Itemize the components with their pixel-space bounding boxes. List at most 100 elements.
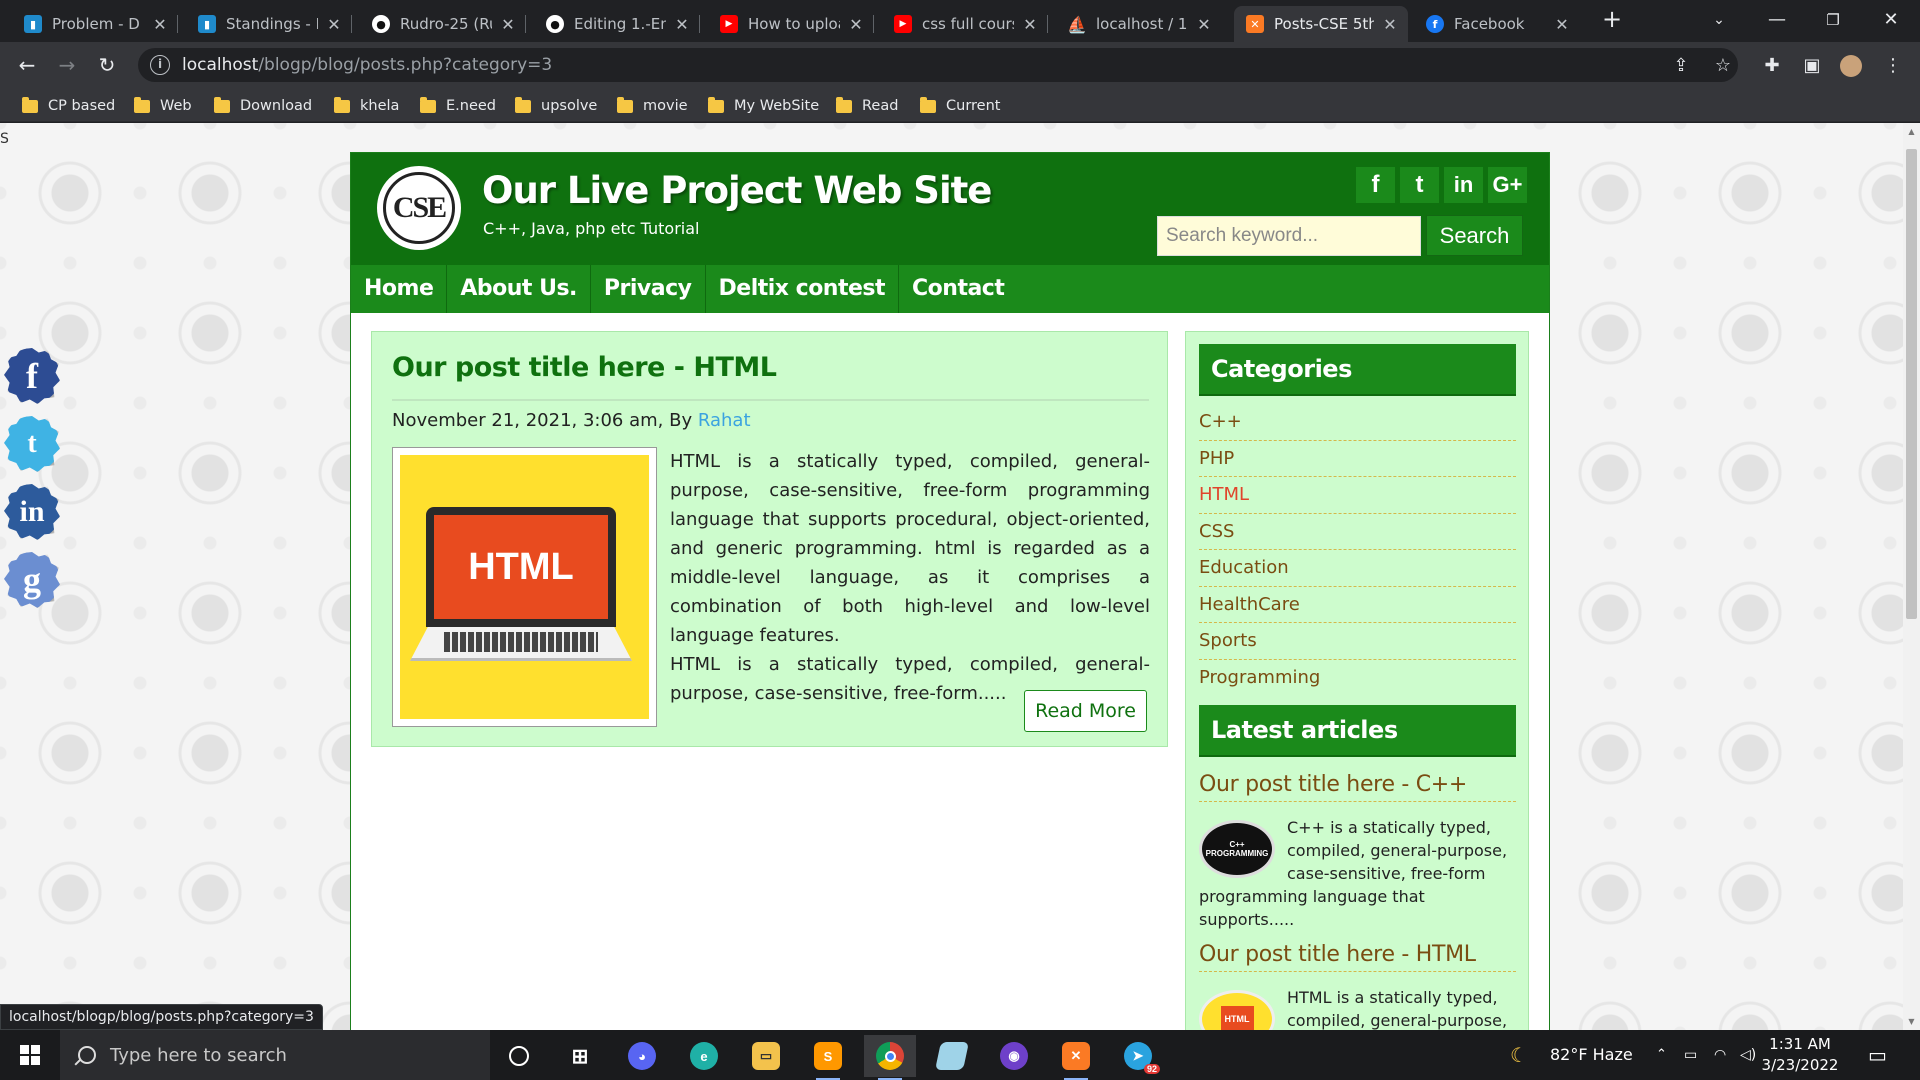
task-view-button[interactable]: ⊞ bbox=[554, 1035, 606, 1077]
article-title[interactable]: Our post title here - HTML bbox=[1199, 942, 1516, 972]
cortana-button[interactable] bbox=[493, 1035, 545, 1077]
sublime-taskbar[interactable]: S bbox=[802, 1035, 854, 1080]
taskbar-search[interactable]: Type here to search bbox=[60, 1030, 490, 1080]
weather-text[interactable]: 82°F Haze bbox=[1550, 1030, 1633, 1080]
tab-facebook[interactable]: f Facebook ✕ bbox=[1414, 6, 1580, 42]
show-hidden-icons[interactable]: ⌃ bbox=[1656, 1030, 1667, 1080]
close-icon[interactable]: ✕ bbox=[500, 15, 516, 34]
clock[interactable]: 1:31 AM 3/23/2022 bbox=[1752, 1034, 1848, 1076]
profile-avatar[interactable] bbox=[1840, 55, 1862, 77]
bookmark-folder[interactable]: upsolve bbox=[515, 95, 597, 117]
tab-github-editing[interactable]: ● Editing 1.-Empty ✕ bbox=[534, 6, 700, 42]
close-window-button[interactable]: ✕ bbox=[1868, 0, 1914, 40]
bookmark-star-icon[interactable]: ☆ bbox=[1712, 55, 1734, 77]
file-explorer-taskbar[interactable]: ▭ bbox=[740, 1035, 792, 1077]
telegram-taskbar[interactable]: ➤ 92 bbox=[1112, 1035, 1164, 1077]
google-plus-icon[interactable]: G+ bbox=[1488, 167, 1527, 203]
tab-standings[interactable]: ▮ Standings - Educational ✕ bbox=[186, 6, 352, 42]
start-button[interactable] bbox=[0, 1030, 60, 1080]
address-bar[interactable]: i localhost/blogp/blog/posts.php?categor… bbox=[138, 48, 1738, 82]
bookmark-folder[interactable]: Web bbox=[134, 95, 192, 117]
cpp-thumbnail[interactable]: C++ PROGRAMMING bbox=[1199, 820, 1275, 878]
weather-icon[interactable]: ☾ bbox=[1510, 1030, 1528, 1080]
new-tab-button[interactable]: + bbox=[1600, 7, 1624, 32]
category-link[interactable]: PHP bbox=[1199, 441, 1516, 477]
google-icon[interactable]: g bbox=[4, 552, 60, 608]
tab-github-profile[interactable]: ● Rudro-25 (Rudro) ✕ bbox=[360, 6, 526, 42]
wifi-icon[interactable]: ◠ bbox=[1714, 1030, 1726, 1080]
menu-icon[interactable]: ⋮ bbox=[1882, 55, 1904, 77]
facebook-icon[interactable]: f bbox=[1356, 167, 1395, 203]
close-icon[interactable]: ✕ bbox=[1022, 15, 1038, 34]
close-icon[interactable]: ✕ bbox=[848, 15, 864, 34]
category-link-selected[interactable]: HTML bbox=[1199, 477, 1516, 514]
discord-taskbar[interactable]: ◕ bbox=[616, 1035, 668, 1077]
nav-about[interactable]: About Us. bbox=[447, 265, 591, 313]
site-info-icon[interactable]: i bbox=[150, 55, 170, 75]
nav-privacy[interactable]: Privacy bbox=[591, 265, 706, 313]
nav-contact[interactable]: Contact bbox=[899, 265, 1017, 313]
forward-button[interactable]: → bbox=[53, 51, 81, 79]
close-icon[interactable]: ✕ bbox=[152, 15, 168, 34]
back-button[interactable]: ← bbox=[13, 51, 41, 79]
extensions-icon[interactable]: ✚ bbox=[1761, 55, 1783, 77]
page-scrollbar[interactable]: ▲ ▼ bbox=[1903, 123, 1920, 1030]
category-link[interactable]: C++ bbox=[1199, 404, 1516, 441]
bookmark-folder[interactable]: Read bbox=[836, 95, 898, 117]
nav-home[interactable]: Home bbox=[351, 265, 448, 313]
tab-youtube-css[interactable]: ▶ css full course ✕ bbox=[882, 6, 1048, 42]
battery-icon[interactable]: ▭ bbox=[1684, 1030, 1697, 1080]
bookmark-folder[interactable]: Current bbox=[920, 95, 1000, 117]
linkedin-icon[interactable]: in bbox=[4, 484, 60, 540]
edge-taskbar[interactable]: e bbox=[678, 1035, 730, 1077]
post-title[interactable]: Our post title here - HTML bbox=[392, 352, 777, 383]
twitter-icon[interactable]: t bbox=[4, 416, 60, 472]
xampp-taskbar[interactable]: ✕ bbox=[1050, 1035, 1102, 1080]
tab-phpmyadmin[interactable]: ⛵ localhost / 127.0.0.1 ✕ bbox=[1056, 6, 1222, 42]
close-icon[interactable]: ✕ bbox=[1382, 15, 1398, 34]
article-title[interactable]: Our post title here - C++ bbox=[1199, 772, 1516, 802]
github-desktop-taskbar[interactable]: ◉ bbox=[988, 1035, 1040, 1077]
bookmark-folder[interactable]: khela bbox=[334, 95, 399, 117]
nav-deltix-contest[interactable]: Deltix contest bbox=[706, 265, 900, 313]
site-logo[interactable]: CSE bbox=[377, 166, 461, 250]
share-icon[interactable]: ⇪ bbox=[1670, 55, 1692, 77]
minimize-button[interactable]: — bbox=[1754, 0, 1800, 40]
notepad-taskbar[interactable] bbox=[926, 1035, 978, 1077]
tab-posts-active[interactable]: ✕ Posts-CSE 5th ✕ bbox=[1234, 6, 1408, 42]
category-link[interactable]: HealthCare bbox=[1199, 587, 1516, 623]
read-more-button[interactable]: Read More bbox=[1024, 690, 1147, 732]
twitter-icon[interactable]: t bbox=[1400, 167, 1439, 203]
category-link[interactable]: Programming bbox=[1199, 660, 1516, 697]
bookmark-folder[interactable]: Download bbox=[214, 95, 312, 117]
post-author-link[interactable]: Rahat bbox=[698, 410, 751, 431]
close-icon[interactable]: ✕ bbox=[674, 15, 690, 34]
close-icon[interactable]: ✕ bbox=[1554, 15, 1570, 34]
tab-search-button[interactable]: ⌄ bbox=[1696, 0, 1742, 40]
notifications-icon[interactable]: ▭ bbox=[1868, 1030, 1887, 1080]
search-input[interactable] bbox=[1157, 216, 1421, 256]
url-text[interactable]: localhost/blogp/blog/posts.php?category=… bbox=[182, 55, 552, 75]
bookmark-folder[interactable]: CP based bbox=[22, 95, 115, 117]
tab-problem[interactable]: ▮ Problem - D - Codeforces ✕ bbox=[12, 6, 178, 42]
scroll-down-arrow[interactable]: ▼ bbox=[1907, 1017, 1916, 1026]
search-button[interactable]: Search bbox=[1426, 215, 1523, 256]
linkedin-icon[interactable]: in bbox=[1444, 167, 1483, 203]
html-thumbnail[interactable]: HTML bbox=[1199, 990, 1275, 1030]
tab-youtube-upload[interactable]: ▶ How to upload ✕ bbox=[708, 6, 874, 42]
category-link[interactable]: Education bbox=[1199, 550, 1516, 587]
bookmark-folder[interactable]: E.need bbox=[420, 95, 496, 117]
scrollbar-thumb[interactable] bbox=[1906, 149, 1917, 619]
facebook-icon[interactable]: f bbox=[4, 348, 60, 404]
restore-button[interactable]: ❐ bbox=[1810, 0, 1856, 40]
chrome-taskbar[interactable] bbox=[864, 1035, 916, 1080]
side-panel-icon[interactable]: ▣ bbox=[1801, 55, 1823, 77]
close-icon[interactable]: ✕ bbox=[1196, 15, 1212, 34]
bookmark-folder[interactable]: movie bbox=[617, 95, 688, 117]
category-link[interactable]: Sports bbox=[1199, 623, 1516, 660]
close-icon[interactable]: ✕ bbox=[326, 15, 342, 34]
category-link[interactable]: CSS bbox=[1199, 514, 1516, 550]
reload-button[interactable]: ↻ bbox=[93, 51, 121, 79]
scroll-up-arrow[interactable]: ▲ bbox=[1907, 127, 1916, 136]
bookmark-folder[interactable]: My WebSite bbox=[708, 95, 819, 117]
